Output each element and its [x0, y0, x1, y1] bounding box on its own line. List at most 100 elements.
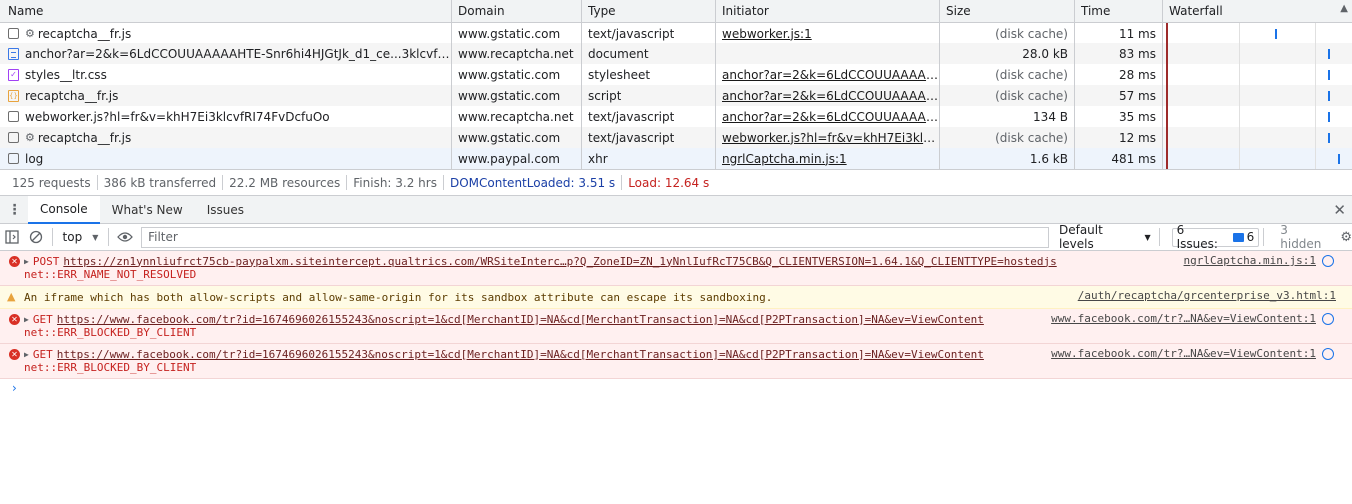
- network-request-row[interactable]: anchor?ar=2&k=6LdCCOUUAAAAAHTE-Snr6hi4HJ…: [0, 43, 1352, 64]
- load-time: Load: 12.64 s: [628, 175, 710, 190]
- source-link[interactable]: www.facebook.com/tr?…NA&ev=ViewContent:1: [1051, 347, 1316, 360]
- request-type-text: xhr: [588, 151, 608, 166]
- request-name-text: log: [25, 151, 44, 166]
- network-request-row[interactable]: ⚙ recaptcha__fr.js www.gstatic.com text/jav…: [0, 127, 1352, 148]
- console-error-message[interactable]: ✕ ▶ GET https://www.facebook.com/tr?id=1674…: [0, 344, 1352, 379]
- column-header-type[interactable]: Type: [582, 0, 716, 22]
- column-header-waterfall[interactable]: Waterfall ▲: [1163, 0, 1352, 22]
- network-request-row[interactable]: log www.paypal.com xhr ngrlCaptcha.min.js:1…: [0, 148, 1352, 169]
- console-prompt-chevron-icon[interactable]: ›: [12, 381, 17, 395]
- request-domain: www.gstatic.com: [452, 85, 582, 106]
- load-marker-line: [1166, 43, 1168, 64]
- request-type: script: [582, 85, 716, 106]
- log-levels-dropdown[interactable]: Default levels ▼: [1055, 223, 1155, 251]
- request-waterfall: [1163, 85, 1352, 106]
- request-initiator[interactable]: anchor?ar=2&k=6LdCCOUUAAAAAHT...: [716, 64, 940, 85]
- request-domain: www.gstatic.com: [452, 127, 582, 148]
- request-domain-text: www.paypal.com: [458, 151, 560, 166]
- request-initiator-text: anchor?ar=2&k=6LdCCOUUAAAAAHT...: [722, 67, 939, 82]
- request-name-text: recaptcha__fr.js: [25, 88, 119, 103]
- console-filter-input[interactable]: [141, 226, 1049, 248]
- expand-arrow-icon[interactable]: ▶: [24, 257, 29, 266]
- more-tabs-icon[interactable]: ⋮: [0, 202, 28, 218]
- drawer-tab-bar: ⋮ Console What's New Issues ✕: [0, 195, 1352, 224]
- waterfall-gridline: [1315, 148, 1316, 169]
- column-header-size[interactable]: Size: [940, 0, 1075, 22]
- context-selector[interactable]: top ▼: [57, 230, 105, 244]
- issues-button[interactable]: 6 Issues: 6: [1171, 223, 1260, 251]
- request-domain-text: www.gstatic.com: [458, 88, 561, 103]
- clear-console-icon[interactable]: [24, 226, 48, 248]
- request-initiator[interactable]: webworker.js:1: [716, 23, 940, 44]
- network-request-row[interactable]: {} recaptcha__fr.js www.gstatic.com script a…: [0, 85, 1352, 106]
- close-drawer-icon[interactable]: ✕: [1333, 201, 1346, 219]
- console-warning-message[interactable]: ▲ An iframe which has both allow-scripts …: [0, 286, 1352, 309]
- column-header-domain[interactable]: Domain: [452, 0, 582, 22]
- request-size-text: (disk cache): [995, 26, 1068, 41]
- request-type-text: stylesheet: [588, 67, 651, 82]
- tab-console[interactable]: Console: [28, 195, 100, 224]
- request-time: 12 ms: [1075, 127, 1163, 148]
- request-type: stylesheet: [582, 64, 716, 85]
- issue-flag-icon: [1232, 232, 1244, 242]
- request-initiator[interactable]: anchor?ar=2&k=6LdCCOUUAAAAAHT...: [716, 106, 940, 127]
- console-error-message[interactable]: ✕ ▶ GET https://www.facebook.com/tr?id=1674…: [0, 309, 1352, 344]
- request-size-text: (disk cache): [995, 130, 1068, 145]
- request-url-link[interactable]: https://www.facebook.com/tr?id=167469602…: [57, 348, 984, 361]
- network-table: Name Domain Type Initiator Size Time Wat…: [0, 0, 1352, 169]
- network-request-row[interactable]: ⚙ recaptcha__fr.js www.gstatic.com text/jav…: [0, 23, 1352, 44]
- request-time-text: 481 ms: [1111, 151, 1156, 166]
- console-settings-gear-icon[interactable]: ⚙: [1340, 230, 1352, 245]
- request-initiator-text: anchor?ar=2&k=6LdCCOUUAAAAAHT...: [722, 109, 939, 124]
- request-initiator[interactable]: anchor?ar=2&k=6LdCCOUUAAAAAHT...: [716, 85, 940, 106]
- network-request-icon[interactable]: [1322, 348, 1334, 360]
- waterfall-gridline: [1315, 106, 1316, 127]
- network-request-icon[interactable]: [1322, 313, 1334, 325]
- network-request-row[interactable]: webworker.js?hl=fr&v=khH7Ei3klcvfRI74FvD…: [0, 106, 1352, 127]
- request-domain-text: www.gstatic.com: [458, 67, 561, 82]
- issues-label: 6 Issues:: [1176, 223, 1218, 251]
- toggle-sidebar-icon[interactable]: [0, 226, 24, 248]
- request-initiator-text: webworker.js:1: [722, 26, 812, 41]
- request-initiator[interactable]: webworker.js?hl=fr&v=khH7Ei3klcvfRI7...: [716, 127, 940, 148]
- expand-arrow-icon[interactable]: ▶: [24, 350, 29, 359]
- waterfall-bar: [1328, 70, 1330, 80]
- toolbar-divider: [1158, 228, 1160, 246]
- request-name-text: recaptcha__fr.js: [37, 26, 132, 41]
- request-time: 481 ms: [1075, 148, 1163, 169]
- request-name-text: styles__ltr.css: [25, 67, 107, 82]
- console-error-message[interactable]: ✕ ▶ POST https://zn1ynnliufrct75cb-paypalxm…: [0, 251, 1352, 286]
- checkbox-icon: [8, 153, 19, 164]
- http-method: GET: [32, 347, 53, 361]
- request-url-link[interactable]: https://www.facebook.com/tr?id=167469602…: [57, 313, 984, 326]
- network-request-icon[interactable]: [1322, 255, 1334, 267]
- request-size: (disk cache): [940, 127, 1075, 148]
- tab-issues[interactable]: Issues: [195, 196, 256, 224]
- waterfall-gridline: [1239, 85, 1240, 106]
- request-url-link[interactable]: https://zn1ynnliufrct75cb-paypalxm.sitei…: [63, 255, 1056, 268]
- network-table-header: Name Domain Type Initiator Size Time Wat…: [0, 0, 1352, 23]
- request-size: 134 B: [940, 106, 1075, 127]
- expand-arrow-icon[interactable]: ▶: [24, 315, 29, 324]
- tab-whats-new[interactable]: What's New: [100, 196, 195, 224]
- waterfall-bar: [1328, 112, 1330, 122]
- request-name: webworker.js?hl=fr&v=khH7Ei3klcvfRI74FvD…: [0, 106, 452, 127]
- request-time: 28 ms: [1075, 64, 1163, 85]
- column-header-label: Name: [8, 4, 44, 18]
- sort-up-icon[interactable]: ▲: [1340, 3, 1348, 14]
- column-header-initiator[interactable]: Initiator: [716, 0, 940, 22]
- source-link[interactable]: ngrlCaptcha.min.js:1: [1184, 254, 1316, 267]
- column-header-time[interactable]: Time: [1075, 0, 1163, 22]
- column-header-name[interactable]: Name: [0, 0, 452, 22]
- source-link[interactable]: /auth/recaptcha/grcenterprise_v3.html:1: [1078, 289, 1336, 302]
- network-request-row[interactable]: ✓ styles__ltr.css www.gstatic.com styleshee…: [0, 64, 1352, 85]
- source-link[interactable]: www.facebook.com/tr?…NA&ev=ViewContent:1: [1051, 312, 1316, 325]
- live-expression-eye-icon[interactable]: [113, 226, 137, 248]
- waterfall-gridline: [1315, 23, 1316, 44]
- request-size-text: 1.6 kB: [1029, 151, 1068, 166]
- load-marker-line: [1166, 148, 1168, 169]
- column-header-label: Initiator: [722, 4, 769, 18]
- request-time-text: 11 ms: [1118, 26, 1156, 41]
- request-initiator[interactable]: ngrlCaptcha.min.js:1: [716, 148, 940, 169]
- hidden-messages-count: 3 hidden: [1280, 223, 1322, 251]
